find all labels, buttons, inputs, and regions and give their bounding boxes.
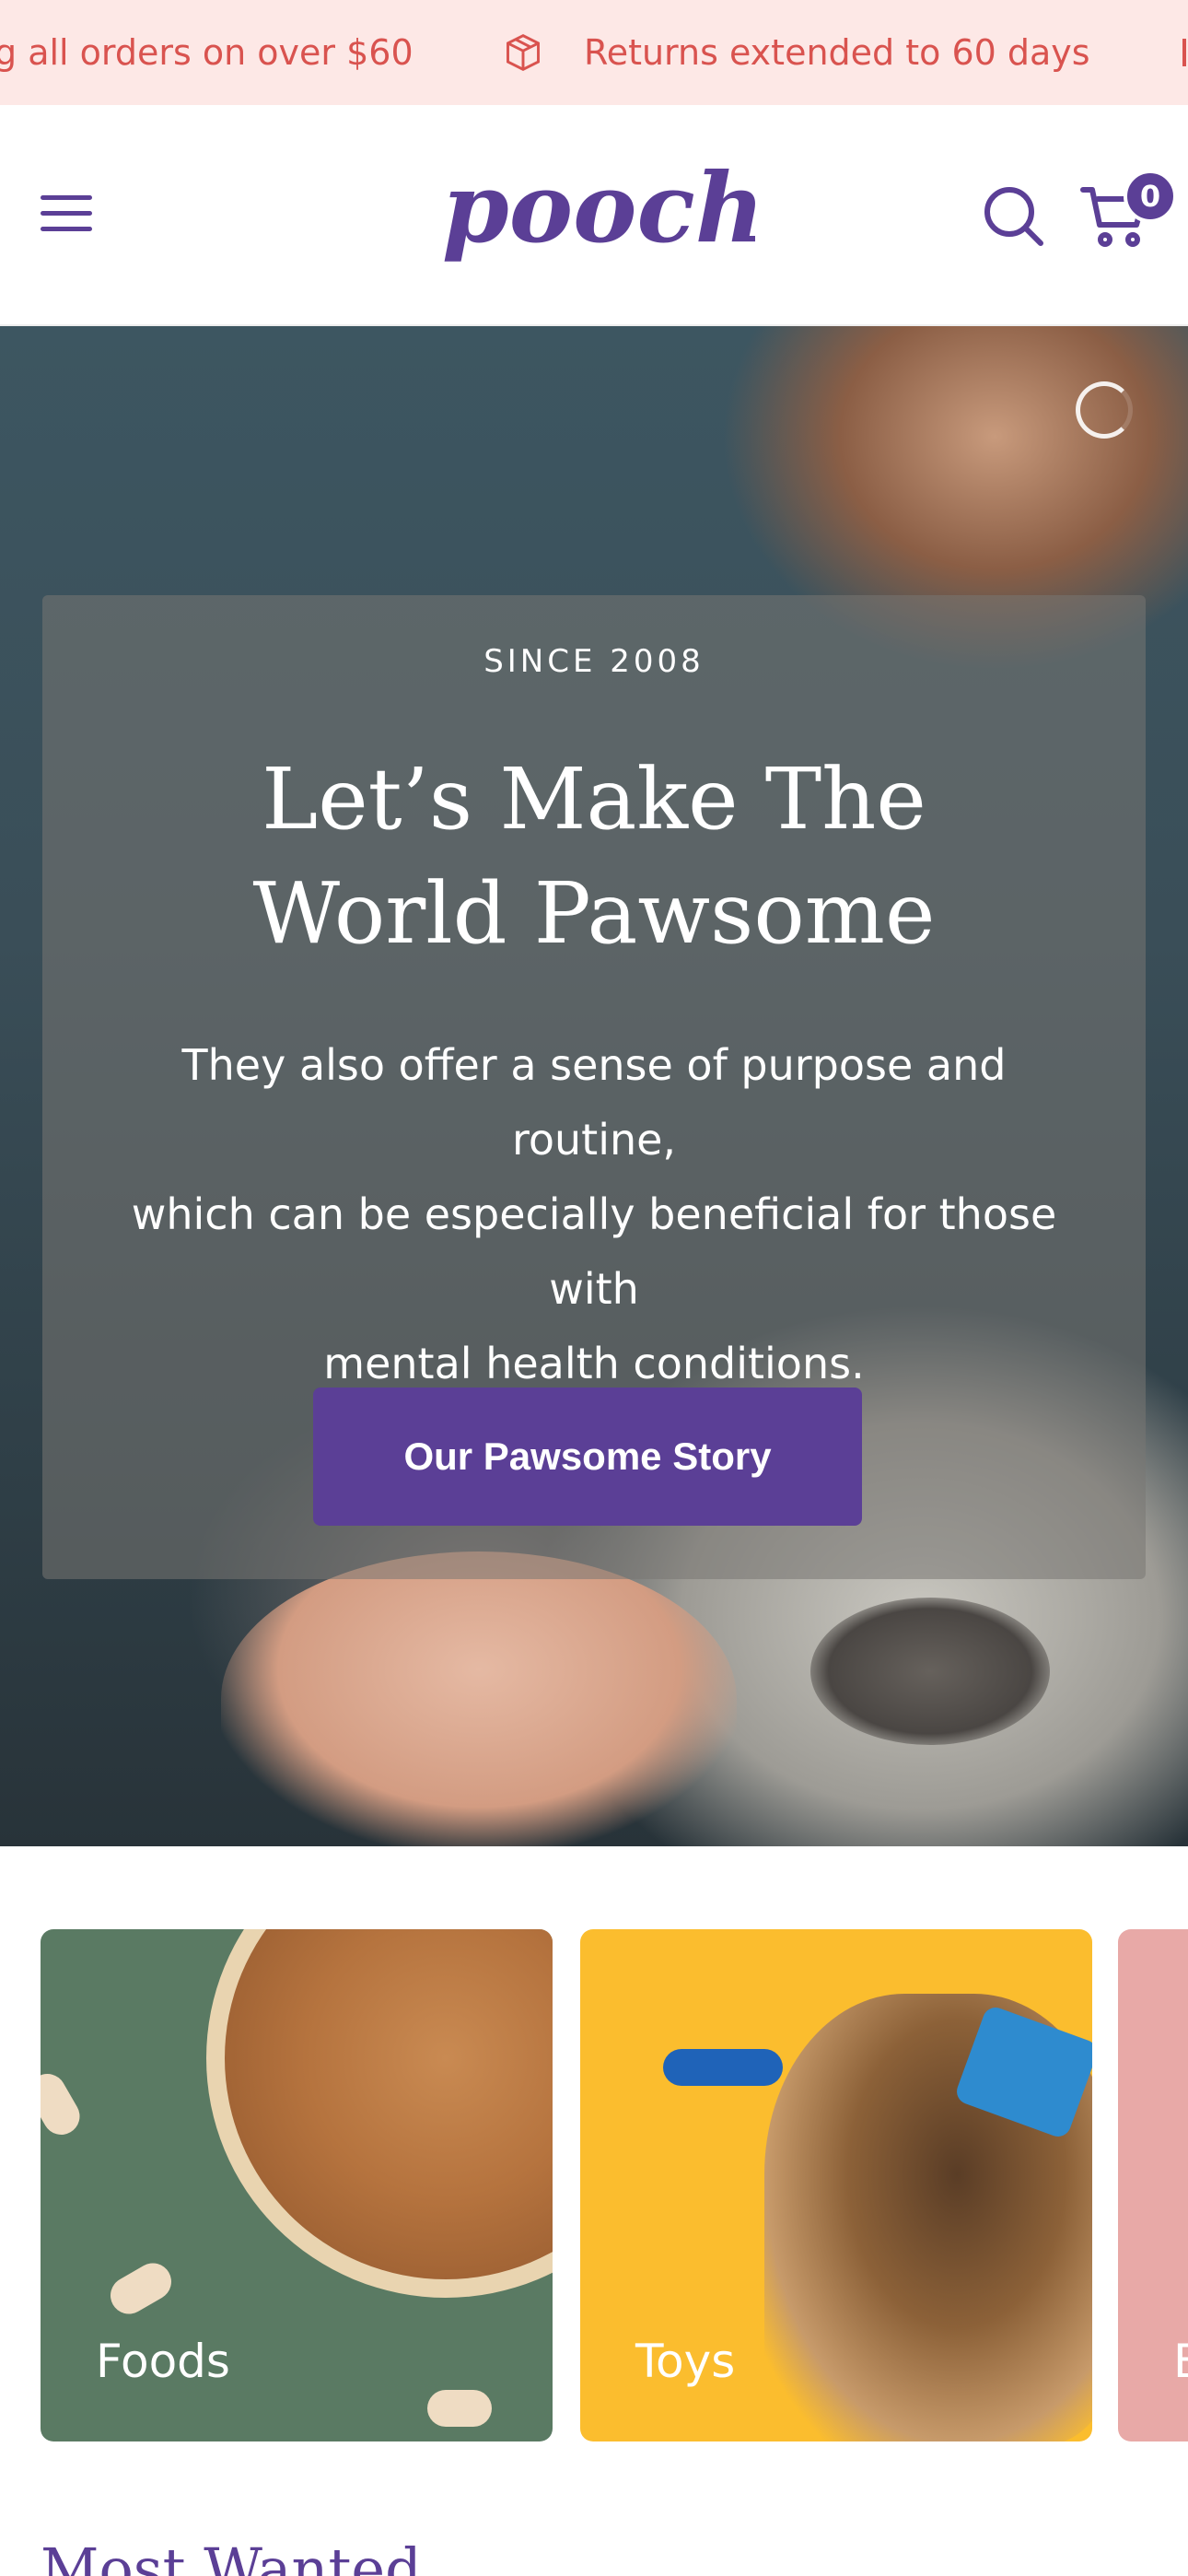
announcement-next-icon [1182, 39, 1188, 66]
category-card-next[interactable]: B [1118, 1929, 1188, 2441]
box-icon [507, 34, 540, 71]
dog-treats-image [225, 1929, 553, 2279]
category-card-foods[interactable]: Foods [41, 1929, 553, 2441]
hero-description-line: with [549, 1264, 639, 1314]
announcement-bar: g all orders on over $60 Returns extende… [0, 0, 1188, 105]
category-label-next: B [1173, 2335, 1188, 2388]
category-carousel: Foods Toys B [0, 1929, 1188, 2441]
hero-title: Let’s Make The World Pawsome [42, 743, 1146, 971]
hero-title-line: Let’s Make The [262, 750, 926, 849]
announcement-returns: Returns extended to 60 days [503, 0, 1090, 105]
search-icon[interactable] [982, 184, 1046, 249]
hero-banner: SINCE 2008 Let’s Make The World Pawsome … [0, 326, 1188, 1846]
category-card-toys[interactable]: Toys [580, 1929, 1092, 2441]
site-header: poochy 0 [0, 105, 1188, 326]
announcement-free-shipping: g all orders on over $60 [0, 0, 413, 105]
hero-description-line: They also offer a sense of purpose and r… [181, 1040, 1007, 1165]
hamburger-line [41, 227, 92, 231]
slideshow-loading-icon [1076, 381, 1133, 439]
hero-content-card: SINCE 2008 Let’s Make The World Pawsome … [42, 595, 1146, 1579]
section-title-most-wanted: Most Wanted [41, 2535, 422, 2576]
treat-image [41, 2067, 87, 2142]
treat-image [103, 2256, 179, 2321]
hero-eyebrow: SINCE 2008 [483, 643, 705, 680]
hero-description-line: which can be especially beneficial for t… [131, 1189, 1057, 1239]
poochy-logo[interactable]: poochy [433, 142, 755, 280]
category-label-foods: Foods [96, 2335, 230, 2388]
hamburger-line [41, 195, 92, 200]
hero-title-line: World Pawsome [252, 864, 936, 963]
cart-count-badge: 0 [1124, 170, 1177, 223]
hero-hand-image [221, 1551, 737, 1846]
party-blower-image [663, 2049, 783, 2086]
our-story-button[interactable]: Our Pawsome Story [313, 1388, 862, 1526]
hero-cat-paw-image [810, 1598, 1050, 1745]
hamburger-line [41, 211, 92, 216]
hero-description: They also offer a sense of purpose and r… [98, 1028, 1090, 1401]
category-label-toys: Toys [635, 2335, 736, 2388]
treat-image [427, 2390, 492, 2427]
logo-text: poochy [442, 151, 755, 264]
announcement-right-text: Returns extended to 60 days [584, 32, 1090, 73]
announcement-left-text: g all orders on over $60 [0, 32, 413, 73]
menu-button[interactable] [41, 195, 92, 236]
